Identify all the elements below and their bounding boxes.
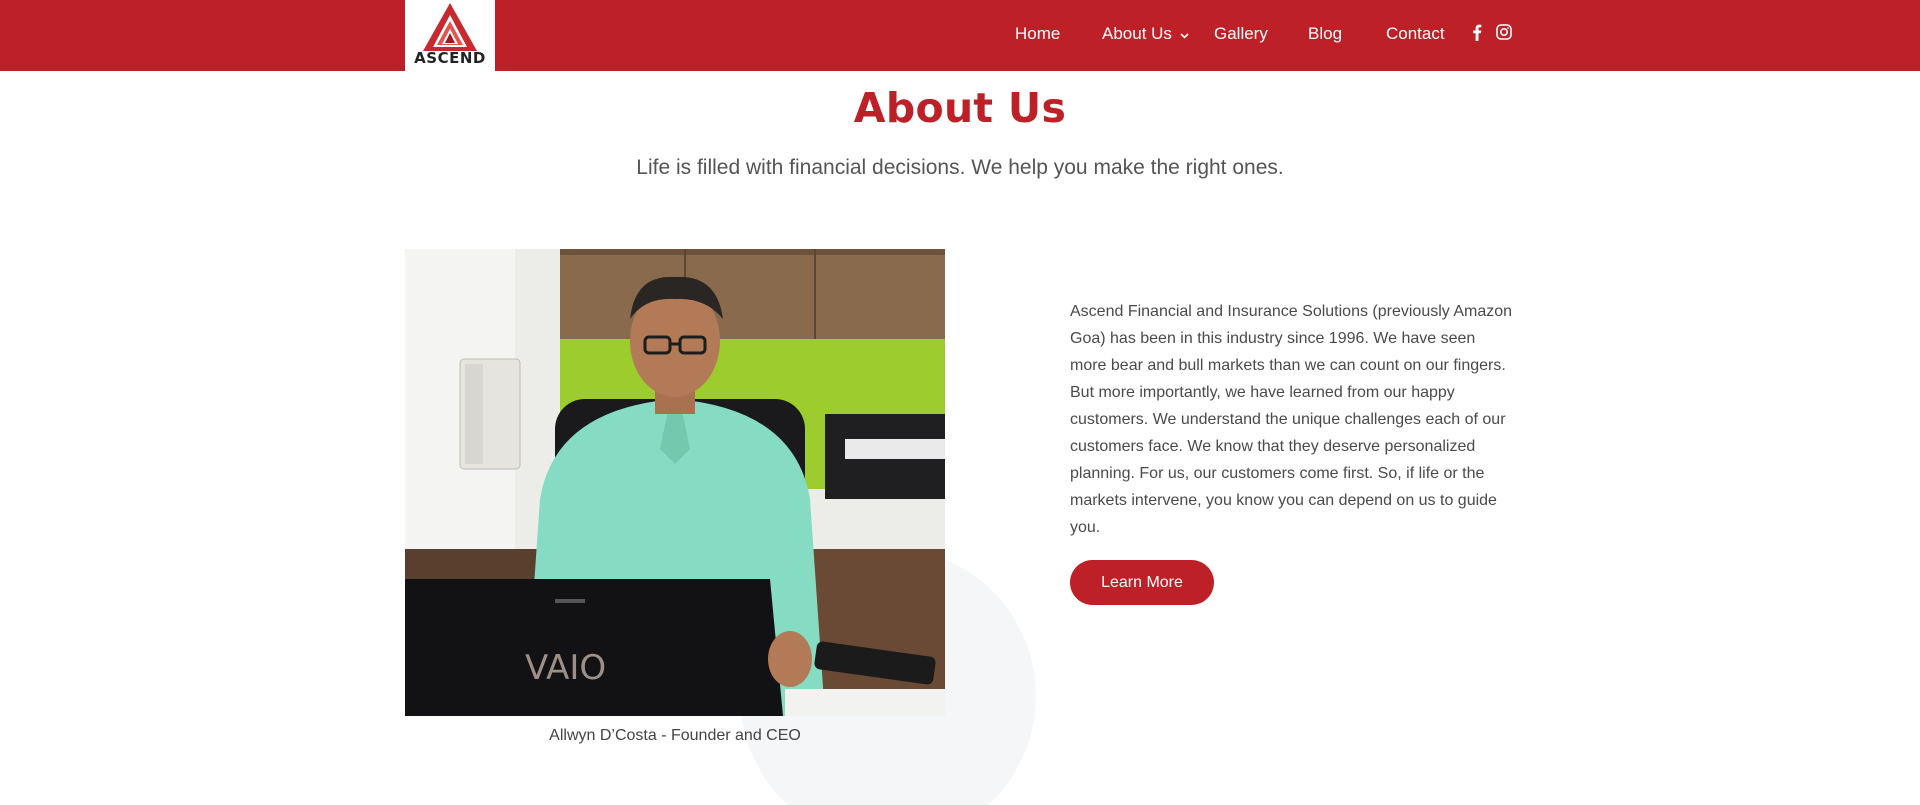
nav-home[interactable]: Home	[1015, 24, 1060, 44]
founder-photo: VAIO	[405, 249, 945, 716]
nav-about-us[interactable]: About Us	[1102, 24, 1189, 44]
nav-contact[interactable]: Contact	[1386, 24, 1445, 44]
about-paragraph: Ascend Financial and Insurance Solutions…	[1070, 303, 1513, 536]
site-header: ASCEND Home About Us Gallery Blog Contac…	[0, 0, 1920, 71]
logo-text: ASCEND	[414, 49, 486, 67]
nav-about-us-label: About Us	[1102, 24, 1172, 43]
founder-caption: Allwyn D’Costa - Founder and CEO	[549, 727, 801, 744]
chevron-down-icon	[1180, 24, 1189, 44]
ascend-logo-mark	[423, 3, 477, 51]
nav-gallery[interactable]: Gallery	[1214, 24, 1268, 44]
page-title: About Us	[853, 84, 1067, 132]
ascend-logo[interactable]: ASCEND	[405, 0, 495, 71]
page-subtitle: Life is filled with financial decisions.…	[636, 156, 1284, 179]
instagram-icon[interactable]	[1496, 24, 1512, 45]
founder-photo-illustration: VAIO	[405, 249, 945, 716]
svg-text:VAIO: VAIO	[525, 648, 606, 688]
nav-blog[interactable]: Blog	[1308, 24, 1342, 44]
learn-more-button[interactable]: Learn More	[1070, 560, 1214, 605]
facebook-icon[interactable]	[1472, 24, 1482, 46]
